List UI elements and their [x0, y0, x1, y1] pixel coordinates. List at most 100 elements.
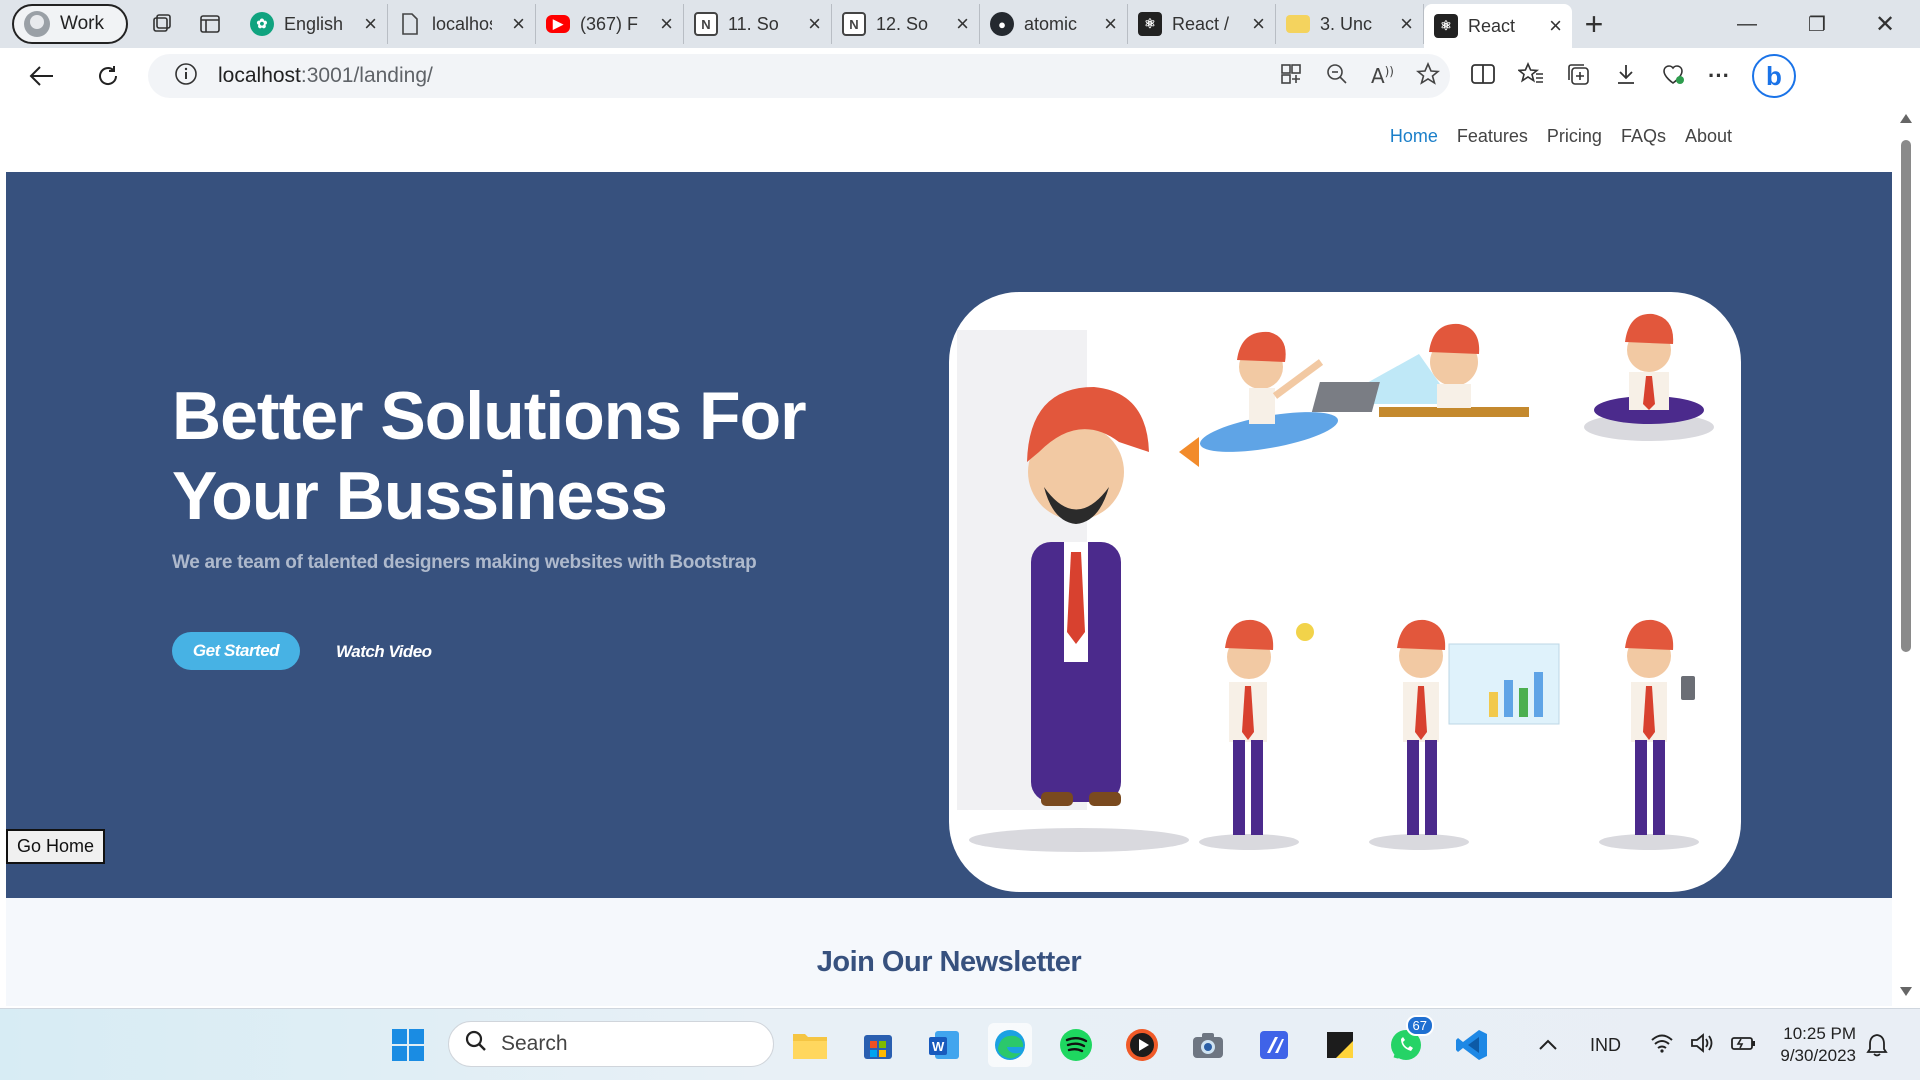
page-scrollbar[interactable] — [1892, 104, 1920, 1006]
site-header: Home Features Pricing FAQs About — [6, 104, 1892, 172]
back-button[interactable] — [20, 54, 64, 98]
windows-start-icon[interactable] — [386, 1023, 430, 1067]
show-hidden-icons-chevron-icon[interactable] — [1538, 1009, 1558, 1080]
browser-tab[interactable]: ✿ English × — [240, 4, 388, 44]
newsletter-title: Join Our Newsletter — [816, 946, 1082, 978]
whatsapp-badge: 67 — [1405, 1015, 1434, 1036]
close-icon[interactable]: × — [956, 11, 969, 37]
address-bar[interactable]: localhost:3001/landing/ A)) — [148, 54, 1450, 98]
collections-icon[interactable] — [1566, 62, 1592, 91]
refresh-button[interactable] — [86, 54, 130, 98]
close-icon[interactable]: × — [364, 11, 377, 37]
notion-icon: N — [842, 12, 866, 36]
media-player-icon[interactable] — [1120, 1023, 1164, 1067]
browser-tab[interactable]: ● atomic × — [980, 4, 1128, 44]
windows-taskbar: Search W 67 IND 10:25 PM 9/30/2023 — [0, 1008, 1920, 1080]
word-icon[interactable]: W — [922, 1023, 966, 1067]
split-screen-icon[interactable] — [1470, 62, 1496, 91]
nav-pricing[interactable]: Pricing — [1547, 126, 1602, 147]
restore-button[interactable]: ❐ — [1782, 0, 1852, 48]
minimize-button[interactable]: — — [1712, 0, 1782, 48]
zoom-icon[interactable] — [1325, 62, 1349, 91]
clock-date: 9/30/2023 — [1780, 1046, 1856, 1065]
browser-tab[interactable]: localhost × — [388, 4, 536, 44]
browser-tab[interactable]: 3. Unc × — [1276, 4, 1424, 44]
notification-bell-icon[interactable] — [1866, 1009, 1888, 1080]
file-explorer-icon[interactable] — [788, 1023, 832, 1067]
nav-home[interactable]: Home — [1390, 126, 1438, 147]
tab-title: React — [1468, 15, 1516, 36]
avatar — [24, 11, 50, 37]
microsoft-store-icon[interactable] — [856, 1023, 900, 1067]
close-window-button[interactable]: ✕ — [1850, 0, 1920, 48]
github-icon: ● — [990, 12, 1014, 36]
read-aloud-icon[interactable]: A)) — [1371, 64, 1394, 88]
scroll-down-arrow[interactable] — [1900, 987, 1912, 996]
tab-title: 12. So — [876, 13, 929, 34]
browser-tab-strip: Work ✿ English × localhost × ▶ (367) F ×… — [0, 0, 1920, 48]
tab-title: English — [284, 13, 344, 34]
close-icon[interactable]: × — [1549, 13, 1562, 39]
browser-tab-active[interactable]: ⚛ React × — [1424, 4, 1572, 48]
browser-tab[interactable]: ⚛ React / × — [1128, 4, 1276, 44]
scroll-up-arrow[interactable] — [1900, 114, 1912, 123]
notion-icon: N — [694, 12, 718, 36]
get-started-button[interactable]: Get Started — [172, 632, 300, 670]
app-available-icon[interactable] — [1279, 62, 1303, 91]
go-home-button[interactable]: Go Home — [6, 829, 105, 864]
vs-code-insiders-icon[interactable] — [1252, 1023, 1296, 1067]
camera-icon[interactable] — [1186, 1023, 1230, 1067]
scrollbar-thumb[interactable] — [1901, 140, 1911, 652]
note-icon — [1286, 15, 1310, 33]
more-options-icon[interactable]: ··· — [1708, 63, 1730, 89]
spotify-icon[interactable] — [1054, 1023, 1098, 1067]
sticky-notes-icon[interactable] — [1318, 1023, 1362, 1067]
system-tray[interactable] — [1650, 1009, 1756, 1080]
nav-features[interactable]: Features — [1457, 126, 1528, 147]
clock-time: 10:25 PM — [1783, 1024, 1856, 1043]
taskbar-clock[interactable]: 10:25 PM 9/30/2023 — [1768, 1023, 1856, 1067]
downloads-icon[interactable] — [1614, 62, 1638, 91]
wifi-icon — [1650, 1033, 1674, 1058]
browser-tab[interactable]: N 12. So × — [832, 4, 980, 44]
browser-toolbar: localhost:3001/landing/ A)) ··· b — [0, 48, 1920, 104]
close-icon[interactable]: × — [1400, 11, 1413, 37]
favorite-star-icon[interactable] — [1415, 61, 1441, 91]
close-icon[interactable]: × — [1104, 11, 1117, 37]
whatsapp-icon[interactable]: 67 — [1384, 1015, 1434, 1067]
nav-faqs[interactable]: FAQs — [1621, 126, 1666, 147]
page-viewport: Home Features Pricing FAQs About Better … — [6, 104, 1892, 1006]
browser-tab[interactable]: N 11. So × — [684, 4, 832, 44]
volume-icon — [1690, 1032, 1714, 1058]
url-text[interactable]: localhost:3001/landing/ — [218, 64, 433, 88]
tab-title: atomic — [1024, 13, 1078, 34]
close-icon[interactable]: × — [808, 11, 821, 37]
search-placeholder: Search — [501, 1032, 568, 1055]
nav-about[interactable]: About — [1685, 126, 1732, 147]
watch-video-link[interactable]: Watch Video — [336, 642, 432, 662]
close-icon[interactable]: × — [512, 11, 525, 37]
vertical-tabs-icon[interactable] — [188, 2, 232, 46]
hero-section: Better Solutions For Your Bussiness We a… — [6, 172, 1892, 898]
url-host: localhost — [218, 64, 301, 87]
vs-code-icon[interactable] — [1450, 1023, 1494, 1067]
close-icon[interactable]: × — [660, 11, 673, 37]
youtube-icon: ▶ — [546, 15, 570, 33]
cartoon-businessman-illustration — [957, 313, 1714, 852]
browser-essentials-icon[interactable] — [1660, 62, 1686, 91]
language-indicator[interactable]: IND — [1590, 1009, 1621, 1080]
close-icon[interactable]: × — [1252, 11, 1265, 37]
new-tab-button[interactable]: + — [1572, 2, 1616, 46]
profile-button[interactable]: Work — [12, 4, 128, 44]
search-icon — [465, 1030, 487, 1058]
hero-title: Better Solutions For Your Bussiness — [172, 378, 807, 534]
browser-tab[interactable]: ▶ (367) F × — [536, 4, 684, 44]
bing-copilot-icon[interactable]: b — [1751, 54, 1796, 98]
site-info-icon[interactable] — [174, 62, 198, 91]
edge-icon[interactable] — [988, 1023, 1032, 1067]
favorites-icon[interactable] — [1516, 61, 1544, 91]
react-icon: ⚛ — [1434, 14, 1458, 38]
battery-icon — [1730, 1033, 1756, 1058]
workspaces-icon[interactable] — [140, 2, 184, 46]
taskbar-search[interactable]: Search — [448, 1021, 774, 1067]
